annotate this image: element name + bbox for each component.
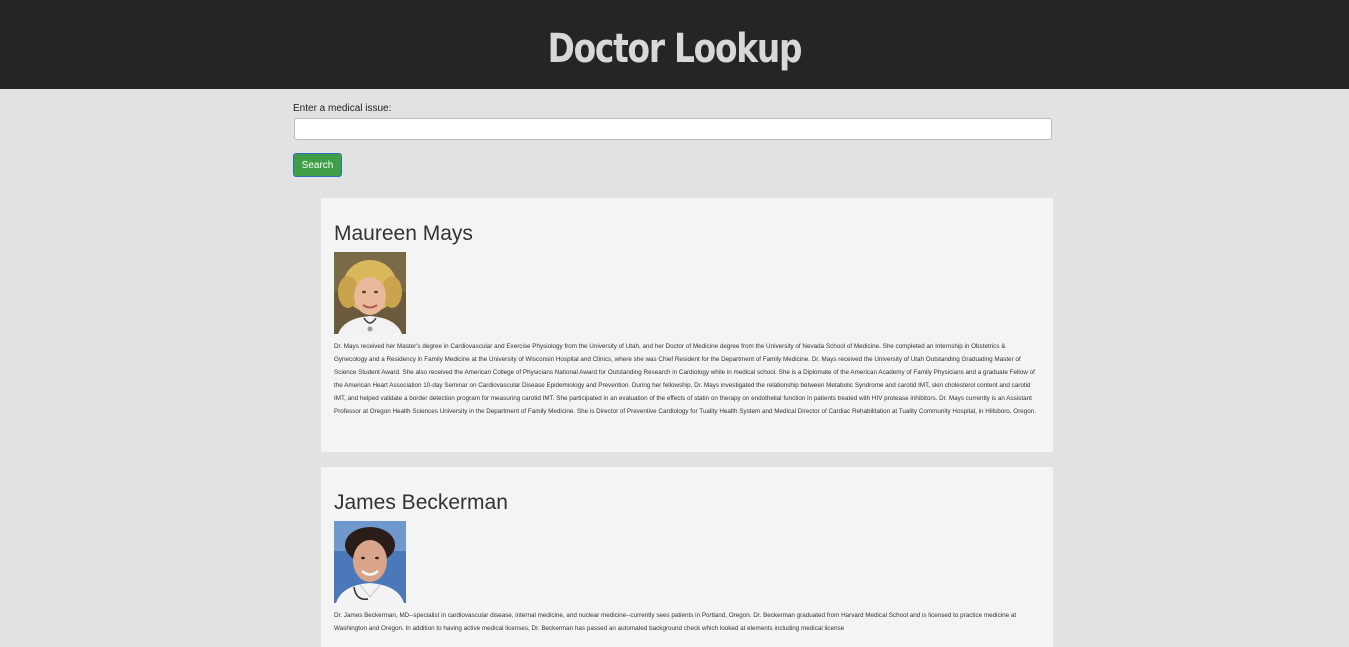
doctor-bio: Dr. James Beckerman, MD--specialist in c…	[334, 612, 1017, 632]
doctor-name: James Beckerman	[334, 491, 508, 514]
doctor-photo-image	[334, 521, 406, 603]
search-button[interactable]: Search	[293, 153, 342, 177]
doctor-bio: Dr. Mays received her Master's degree in…	[334, 343, 1037, 415]
doctor-photo	[334, 252, 406, 334]
doctor-photo-image	[334, 252, 406, 334]
header-bar: Doctor Lookup	[0, 0, 1349, 89]
medical-issue-input[interactable]	[294, 118, 1052, 140]
search-label: Enter a medical issue:	[293, 103, 392, 114]
doctor-name: Maureen Mays	[334, 222, 473, 245]
doctor-card: Maureen Mays Dr. Mays received her Maste…	[321, 198, 1053, 452]
page-title: Doctor Lookup	[547, 26, 803, 72]
doctor-photo	[334, 521, 406, 603]
doctor-card: James Beckerman Dr. James Beckerman, MD-…	[321, 467, 1053, 647]
